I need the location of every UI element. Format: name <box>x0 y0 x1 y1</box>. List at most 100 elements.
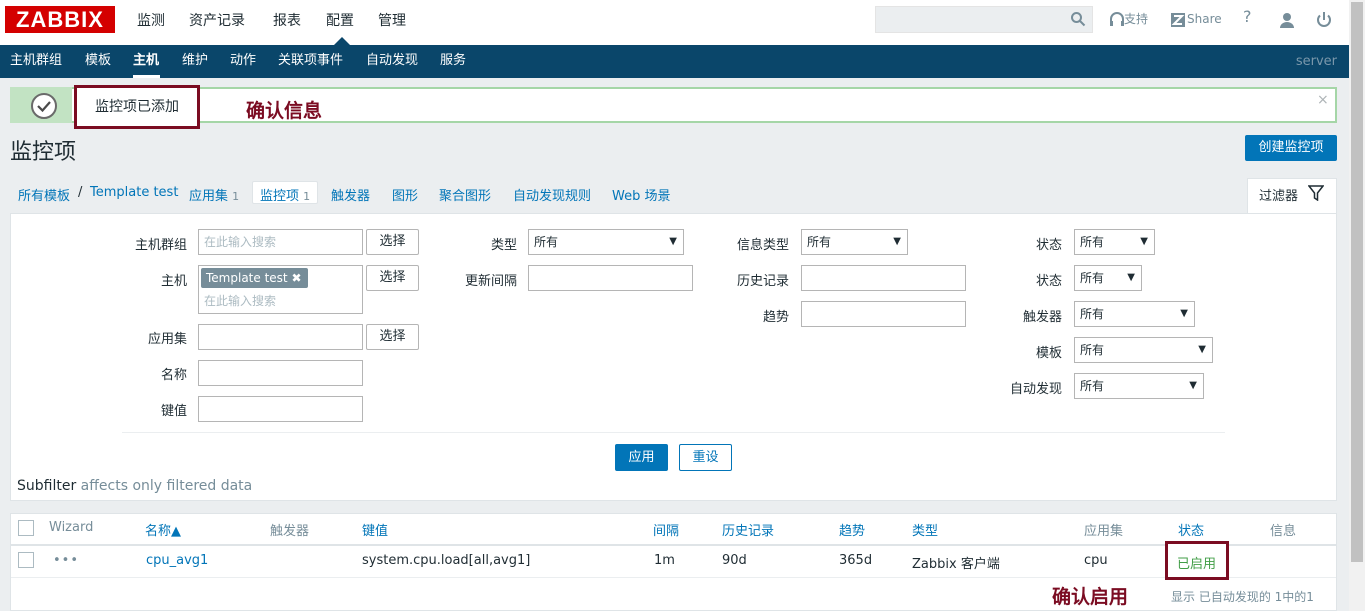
history-input[interactable] <box>801 265 966 291</box>
scrollbar-thumb[interactable] <box>1351 2 1363 562</box>
template-select[interactable]: 所有 ▼ <box>1074 337 1213 363</box>
discovery-select[interactable]: 所有 ▼ <box>1074 373 1204 399</box>
sub-actions[interactable]: 动作 <box>230 45 256 78</box>
sub-menu-bar: 主机群组 模板 主机 维护 动作 关联项事件 自动发现 服务 server <box>0 45 1349 78</box>
nav-all-templates[interactable]: 所有模板 <box>18 185 70 204</box>
item-type: Zabbix 客户端 <box>912 557 1000 572</box>
sub-discovery[interactable]: 自动发现 <box>366 45 418 78</box>
reset-button[interactable]: 重设 <box>679 444 732 471</box>
close-icon[interactable]: × <box>1317 92 1329 108</box>
success-message <box>10 87 1337 123</box>
state-select-value: 所有 <box>1080 271 1105 285</box>
remove-icon[interactable]: ✖ <box>291 271 301 285</box>
wizard-menu-icon[interactable]: ••• <box>53 553 79 568</box>
nav-triggers[interactable]: 触发器 <box>331 185 370 204</box>
name-input[interactable] <box>198 360 363 386</box>
message-text: 监控项已添加 <box>74 85 200 129</box>
dropdown-arrow-icon: ▼ <box>1189 380 1197 391</box>
host-chip-label: Template test <box>206 271 288 285</box>
dropdown-arrow-icon: ▼ <box>1140 236 1148 247</box>
zabbix-logo[interactable]: ZABBIX <box>5 6 115 33</box>
interval-input[interactable] <box>528 265 693 291</box>
key-input[interactable] <box>198 396 363 422</box>
col-trends[interactable]: 趋势 <box>839 520 865 539</box>
host-select-button[interactable]: 选择 <box>366 265 419 291</box>
application-select-button[interactable]: 选择 <box>366 324 419 350</box>
share-link[interactable]: Share <box>1187 12 1222 26</box>
status-select[interactable]: 所有 ▼ <box>1074 229 1155 255</box>
share-icon <box>1171 13 1185 27</box>
sub-services[interactable]: 服务 <box>440 45 466 78</box>
host-group-input[interactable]: 在此输入搜索 <box>198 229 363 255</box>
state-filter-label: 状态 <box>1035 274 1062 289</box>
support-link[interactable]: 支持 <box>1124 12 1148 26</box>
nav-graphs[interactable]: 图形 <box>392 185 418 204</box>
trend-label: 趋势 <box>762 310 789 325</box>
nav-applications[interactable]: 应用集 1 <box>189 185 239 204</box>
dropdown-arrow-icon: ▼ <box>1198 344 1206 355</box>
sub-host-groups[interactable]: 主机群组 <box>10 45 62 78</box>
nav-screens[interactable]: 聚合图形 <box>439 185 491 204</box>
col-key[interactable]: 键值 <box>362 520 388 539</box>
menu-reports[interactable]: 报表 <box>273 0 301 45</box>
row-checkbox[interactable] <box>18 552 34 568</box>
nav-web-scenarios[interactable]: Web 场景 <box>612 185 670 204</box>
help-icon[interactable]: ? <box>1243 9 1252 25</box>
template-filter-label: 模板 <box>1035 346 1062 361</box>
nav-discovery-rules[interactable]: 自动发现规则 <box>513 185 591 204</box>
active-sub-underline <box>133 75 160 78</box>
template-select-value: 所有 <box>1080 343 1105 357</box>
interval-label: 更新间隔 <box>464 274 517 289</box>
col-status[interactable]: 状态 <box>1178 520 1204 539</box>
apply-button[interactable]: 应用 <box>615 444 668 471</box>
col-history[interactable]: 历史记录 <box>722 520 774 539</box>
create-item-button[interactable]: 创建监控项 <box>1245 135 1337 161</box>
search-input[interactable] <box>875 6 1093 33</box>
item-status-link[interactable]: 已启用 <box>1177 553 1216 572</box>
key-label: 键值 <box>160 404 187 419</box>
item-name-link[interactable]: cpu_avg1 <box>146 553 208 568</box>
col-wizard: Wizard <box>49 520 94 535</box>
host-group-select-button[interactable]: 选择 <box>366 229 419 255</box>
filter-tab[interactable]: 过滤器 <box>1247 178 1337 214</box>
col-name[interactable]: 名称▲ <box>145 520 181 539</box>
sub-maintenance[interactable]: 维护 <box>182 45 208 78</box>
filter-icon <box>1308 185 1324 201</box>
nav-items[interactable]: 监控项 1 <box>260 185 310 204</box>
sub-event-correlation[interactable]: 关联项事件 <box>278 45 343 78</box>
host-group-label: 主机群组 <box>134 238 187 253</box>
col-type[interactable]: 类型 <box>912 520 938 539</box>
server-name: server <box>1295 54 1337 69</box>
name-label: 名称 <box>160 368 187 383</box>
status-filter-label: 状态 <box>1035 238 1062 253</box>
history-label: 历史记录 <box>736 274 789 289</box>
menu-administration[interactable]: 管理 <box>378 0 406 45</box>
sub-hosts[interactable]: 主机 <box>133 45 159 78</box>
nav-template[interactable]: Template test <box>90 185 178 200</box>
subfilter-note: affects only filtered data <box>80 478 253 494</box>
search-icon[interactable] <box>1070 11 1086 27</box>
host-search-placeholder: 在此输入搜索 <box>204 294 277 308</box>
discovery-select-value: 所有 <box>1080 379 1105 393</box>
menu-monitoring[interactable]: 监测 <box>137 0 165 45</box>
dropdown-arrow-icon: ▼ <box>1127 272 1135 283</box>
select-all-checkbox[interactable] <box>18 520 34 536</box>
user-profile-icon[interactable] <box>1278 11 1296 29</box>
col-interval[interactable]: 间隔 <box>653 520 679 539</box>
power-icon[interactable] <box>1315 11 1333 29</box>
table-footer-count: 显示 已自动发现的 1中的1 <box>1171 590 1314 604</box>
triggers-select[interactable]: 所有 ▼ <box>1074 301 1195 327</box>
info-type-select[interactable]: 所有 ▼ <box>801 229 908 255</box>
item-key: system.cpu.load[all,avg1] <box>362 553 531 568</box>
col-applications: 应用集 <box>1084 524 1124 539</box>
active-menu-caret <box>334 37 350 45</box>
menu-inventory[interactable]: 资产记录 <box>189 0 245 45</box>
trend-input[interactable] <box>801 301 966 327</box>
application-input[interactable] <box>198 324 363 350</box>
host-chip[interactable]: Template test ✖ <box>201 268 308 288</box>
sub-templates[interactable]: 模板 <box>85 45 111 78</box>
message-annotation: 确认信息 <box>246 100 323 122</box>
state-select[interactable]: 所有 ▼ <box>1074 265 1142 291</box>
type-select[interactable]: 所有 ▼ <box>528 229 684 255</box>
subfilter-heading: Subfilter affects only filtered data <box>17 478 252 494</box>
